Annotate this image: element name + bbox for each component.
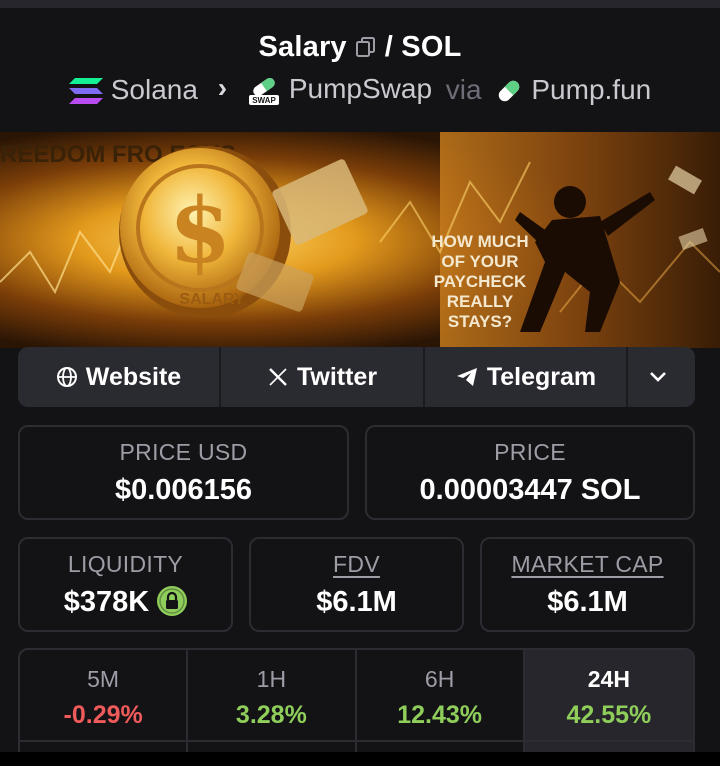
caption-line-3: PAYCHECK: [434, 272, 527, 291]
telegram-icon: [456, 368, 477, 386]
caption-line-4: REALLY: [447, 292, 514, 311]
tab-change-value: 3.28%: [235, 701, 307, 729]
pair-quote: SOL: [401, 30, 462, 63]
pair-header: Salary / SOL Solana › SWAP PumpSwap via …: [0, 8, 720, 132]
tab-period-label: 5M: [87, 666, 120, 692]
website-button[interactable]: Website: [18, 347, 221, 407]
fdv-label[interactable]: FDV: [251, 551, 462, 578]
caption-line-2: OF YOUR: [441, 252, 518, 271]
liquidity-value: $378K: [63, 586, 150, 618]
banner-artwork: REEDOM FRO ECKS $ SALARY HOW MUCH OF YOU…: [0, 132, 720, 348]
globe-icon: [56, 367, 77, 387]
market-cap-value: $6.1M: [547, 586, 628, 618]
x-logo-icon: [269, 368, 287, 386]
bottom-edge: [0, 752, 720, 766]
pair-separator: /: [384, 30, 394, 63]
market-cap-card: MARKET CAP $6.1M: [480, 537, 695, 632]
telegram-button[interactable]: Telegram: [425, 347, 628, 407]
chevron-down-icon: [649, 372, 666, 382]
caption-line-1: HOW MUCH: [431, 232, 528, 251]
copy-icon[interactable]: [355, 36, 377, 58]
timeframe-change-tabs: 5M -0.29% 1H 3.28% 6H 12.43% 24H 42.55%: [18, 648, 695, 766]
market-cap-label[interactable]: MARKET CAP: [482, 551, 693, 578]
dex-badge-text: SWAP: [252, 96, 276, 105]
token-banner-image: REEDOM FRO ECKS $ SALARY HOW MUCH OF YOU…: [0, 132, 720, 348]
price-sol-value: 0.00003447 SOL: [419, 474, 641, 506]
chevron-right-icon: ›: [217, 72, 228, 103]
launchpad-link[interactable]: Pump.fun: [495, 74, 651, 106]
dex-label: PumpSwap: [288, 73, 433, 105]
price-usd-card: PRICE USD $0.006156: [18, 425, 349, 520]
caption-line-5: STAYS?: [448, 312, 512, 331]
pumpswap-icon: SWAP: [248, 77, 279, 105]
liquidity-card: LIQUIDITY $378K: [18, 537, 233, 632]
telegram-label: Telegram: [486, 362, 597, 391]
tab-period-label: 1H: [256, 666, 287, 692]
breadcrumb: Solana › SWAP PumpSwap via Pump.fun: [0, 72, 720, 106]
tab-1h[interactable]: 1H 3.28%: [188, 650, 357, 764]
lock-icon[interactable]: [157, 586, 188, 616]
twitter-button[interactable]: Twitter: [221, 347, 425, 407]
pair-base: Salary: [258, 30, 347, 63]
timeframe-divider: [18, 740, 695, 742]
tab-period-label: 24H: [587, 666, 630, 692]
dex-link[interactable]: SWAP PumpSwap: [247, 73, 432, 106]
price-sol-label: PRICE: [494, 439, 566, 465]
tab-change-value: -0.29%: [63, 701, 143, 729]
tab-change-value: 42.55%: [566, 701, 652, 729]
price-sol-card: PRICE 0.00003447 SOL: [365, 425, 695, 520]
website-label: Website: [85, 362, 182, 391]
coin-label: SALARY: [179, 291, 245, 308]
pair-title: Salary / SOL: [0, 30, 720, 64]
social-links-bar: Website Twitter Telegram: [18, 347, 695, 407]
tab-6h[interactable]: 6H 12.43%: [357, 650, 525, 764]
solana-icon: [68, 78, 103, 105]
tab-period-label: 6H: [424, 666, 455, 692]
tab-5m[interactable]: 5M -0.29%: [20, 650, 189, 764]
fdv-card: FDV $6.1M: [249, 537, 464, 632]
liquidity-row: $378K: [20, 586, 231, 619]
pumpfun-pill-icon: [499, 80, 520, 102]
fdv-value: $6.1M: [316, 586, 397, 618]
via-label: via: [445, 73, 482, 105]
chain-label: Solana: [110, 73, 198, 105]
top-status-strip: [0, 0, 720, 8]
dollar-coin-icon: $: [169, 178, 232, 284]
more-links-button[interactable]: [628, 347, 695, 407]
chain-link[interactable]: Solana: [68, 73, 198, 106]
liquidity-label: LIQUIDITY: [67, 551, 184, 577]
price-usd-value: $0.006156: [114, 474, 253, 506]
twitter-label: Twitter: [296, 362, 378, 391]
price-usd-label: PRICE USD: [119, 439, 248, 465]
tab-24h[interactable]: 24H 42.55%: [524, 650, 693, 764]
launchpad-label: Pump.fun: [531, 73, 652, 105]
tab-change-value: 12.43%: [397, 701, 483, 729]
